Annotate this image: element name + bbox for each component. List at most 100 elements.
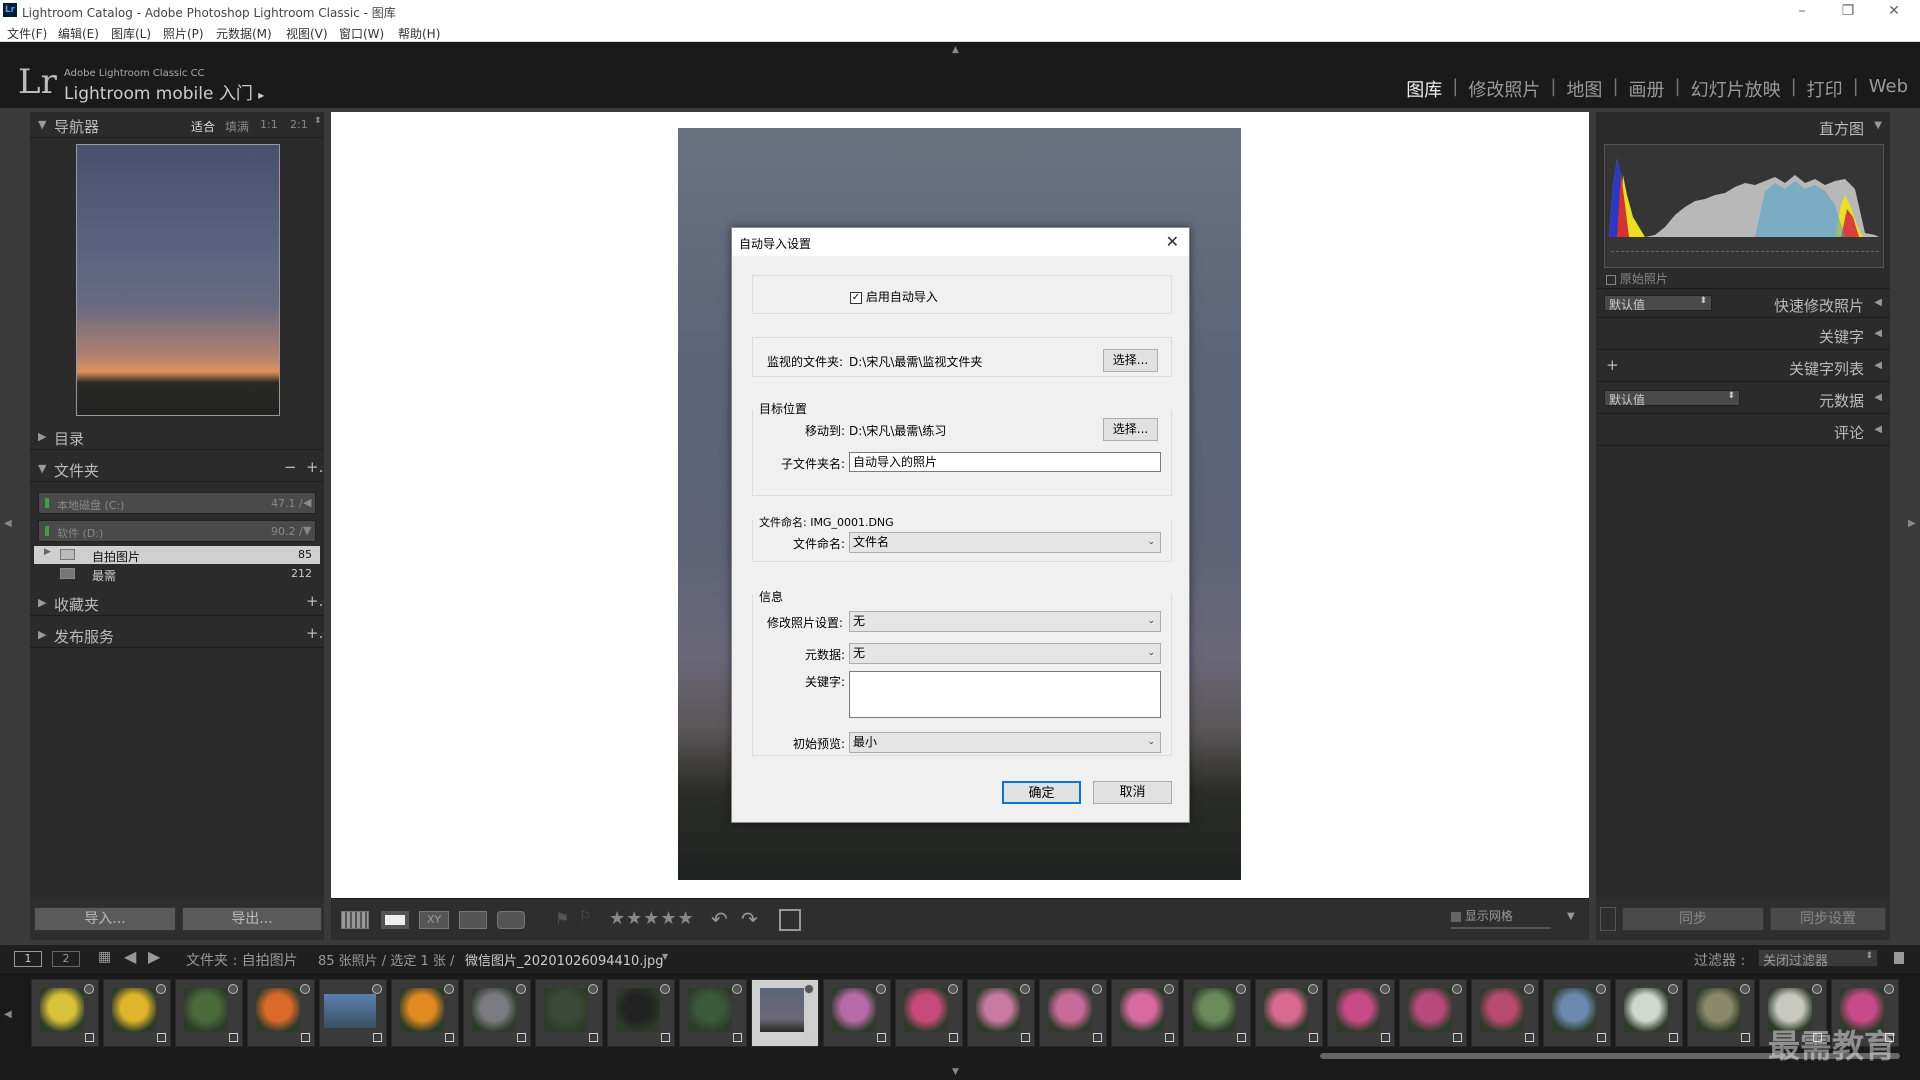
module-book[interactable]: 画册	[1619, 76, 1675, 102]
folder-item[interactable]: 最需 212	[34, 565, 320, 583]
module-develop[interactable]: 修改照片	[1458, 76, 1550, 102]
quick-collection-icon[interactable]	[1380, 984, 1390, 994]
add-keyword-button[interactable]: +	[1606, 356, 1619, 374]
collections-header[interactable]: ▶ 收藏夹 +.	[30, 590, 324, 616]
auto-sync-toggle[interactable]	[1600, 907, 1616, 931]
export-button[interactable]: 导出...	[182, 907, 322, 931]
catalog-header[interactable]: ▶ 目录	[30, 424, 324, 450]
rotate-right-icon[interactable]: ↷	[741, 907, 758, 931]
star-rating[interactable]: ★★★★★	[609, 908, 695, 929]
initial-previews-select[interactable]: 最小 ⌄	[849, 732, 1161, 753]
close-icon[interactable]: ✕	[1166, 232, 1179, 251]
zoom-2-1[interactable]: 2:1	[290, 118, 308, 131]
survey-view-icon[interactable]	[459, 911, 487, 929]
remove-folder-button[interactable]: −	[284, 458, 297, 476]
volume-d[interactable]: 软件 (D:) 90.2 / ▼	[38, 520, 316, 542]
filmstrip-thumbnail[interactable]	[967, 979, 1035, 1047]
quick-collection-icon[interactable]	[1884, 984, 1894, 994]
quick-collection-icon[interactable]	[732, 984, 742, 994]
mobile-link[interactable]: Lightroom mobile 入门 ▸	[64, 79, 264, 104]
volume-c[interactable]: 本地磁盘 (C:) 47.1 / ◀	[38, 492, 316, 514]
filmstrip-thumbnail[interactable]	[1543, 979, 1611, 1047]
filmstrip-thumbnail[interactable]	[463, 979, 531, 1047]
import-button[interactable]: 导入...	[34, 907, 176, 931]
filmstrip-thumbnail[interactable]	[247, 979, 315, 1047]
left-panel-toggle-icon[interactable]: ◀	[4, 518, 12, 529]
filmstrip-source[interactable]: 文件夹 : 自拍图片	[186, 950, 298, 970]
filmstrip-thumbnail[interactable]	[1039, 979, 1107, 1047]
filmstrip-thumbnail[interactable]	[391, 979, 459, 1047]
menu-photo[interactable]: 照片(P)	[163, 25, 204, 42]
collapse-bottom-icon[interactable]: ▼	[952, 1067, 959, 1077]
zoom-1-1[interactable]: 1:1	[260, 118, 278, 131]
module-library[interactable]: 图库	[1396, 76, 1452, 102]
zoom-stepper-icon[interactable]: ⬍	[314, 116, 322, 126]
second-window-button[interactable]: 2	[52, 951, 80, 967]
quick-collection-icon[interactable]	[876, 984, 886, 994]
filename-dropdown-icon[interactable]: ▼	[662, 952, 668, 961]
quick-collection-icon[interactable]	[1524, 984, 1534, 994]
folder-expand-icon[interactable]: ▶	[44, 547, 51, 557]
menu-file[interactable]: 文件(F)	[7, 25, 47, 42]
folder-item[interactable]: ▶ 自拍图片 85	[34, 546, 320, 564]
quick-collection-icon[interactable]	[660, 984, 670, 994]
quick-develop-header[interactable]: 默认值 ⬍ 快速修改照片 ◀	[1596, 288, 1890, 318]
menu-window[interactable]: 窗口(W)	[339, 25, 384, 42]
quick-collection-icon[interactable]	[1236, 984, 1246, 994]
histogram-header[interactable]: 直方图 ▼	[1596, 112, 1890, 142]
toolbar-options-icon[interactable]: ▼	[1567, 911, 1575, 922]
add-collection-button[interactable]: +.	[306, 592, 323, 610]
crop-overlay-icon[interactable]	[779, 909, 801, 931]
main-window-button[interactable]: 1	[14, 951, 42, 967]
loupe-view-icon[interactable]	[381, 911, 409, 929]
filmstrip-thumbnail[interactable]	[175, 979, 243, 1047]
metadata-header[interactable]: 默认值 ⬍ 元数据 ◀	[1596, 384, 1890, 414]
choose-watched-folder-button[interactable]: 选择...	[1103, 349, 1158, 372]
filmstrip-thumbnail[interactable]	[895, 979, 963, 1047]
grid-icon[interactable]: ▦	[98, 949, 111, 965]
restore-button[interactable]: ❐	[1828, 2, 1868, 20]
original-photo-checkbox[interactable]: 原始照片	[1606, 270, 1668, 287]
file-naming-select[interactable]: 文件名 ⌄	[849, 532, 1161, 553]
cancel-button[interactable]: 取消	[1093, 781, 1172, 804]
collapse-top-icon[interactable]: ▲	[952, 45, 959, 55]
show-grid-toggle[interactable]: 显示网格	[1451, 907, 1513, 924]
filmstrip-thumbnail[interactable]	[679, 979, 747, 1047]
filmstrip-thumbnail[interactable]	[751, 979, 819, 1047]
filmstrip-thumbnail[interactable]	[1327, 979, 1395, 1047]
quick-collection-icon[interactable]	[516, 984, 526, 994]
forward-arrow-icon[interactable]: ▶	[148, 947, 160, 966]
quick-collection-icon[interactable]	[1596, 984, 1606, 994]
filmstrip-thumbnail[interactable]	[1399, 979, 1467, 1047]
quick-collection-icon[interactable]	[1452, 984, 1462, 994]
zoom-fill[interactable]: 填满	[225, 118, 249, 135]
quick-collection-icon[interactable]	[948, 984, 958, 994]
filmstrip-scroll-left-icon[interactable]: ◀	[4, 1009, 12, 1020]
comments-header[interactable]: 评论 ◀	[1596, 416, 1890, 446]
close-window-button[interactable]: ✕	[1874, 2, 1914, 20]
quick-collection-icon[interactable]	[1308, 984, 1318, 994]
grid-view-icon[interactable]	[341, 911, 369, 929]
reject-flag-icon[interactable]: ⚐	[579, 909, 592, 925]
filmstrip-thumbnail[interactable]	[1471, 979, 1539, 1047]
quick-collection-icon[interactable]	[804, 984, 814, 994]
publish-services-header[interactable]: ▶ 发布服务 +.	[30, 622, 324, 648]
ok-button[interactable]: 确定	[1002, 781, 1081, 804]
filmstrip-thumbnail[interactable]	[31, 979, 99, 1047]
add-folder-button[interactable]: +.	[306, 458, 323, 476]
keyword-list-header[interactable]: + 关键字列表 ◀	[1596, 352, 1890, 382]
module-web[interactable]: Web	[1859, 76, 1908, 102]
minimize-button[interactable]: –	[1782, 2, 1822, 20]
folders-header[interactable]: ▼ 文件夹 − +.	[30, 456, 324, 482]
navigator-preview[interactable]	[76, 144, 280, 416]
right-panel-toggle-icon[interactable]: ▶	[1908, 518, 1916, 529]
filmstrip-thumbnail[interactable]	[103, 979, 171, 1047]
sync-button[interactable]: 同步	[1622, 907, 1764, 931]
module-slideshow[interactable]: 幻灯片放映	[1681, 76, 1791, 102]
rotate-left-icon[interactable]: ↶	[711, 907, 728, 931]
metadata-preset-select[interactable]: 默认值 ⬍	[1604, 390, 1740, 407]
selected-filename[interactable]: 微信图片_20201026094410.jpg	[465, 950, 664, 969]
filmstrip-thumbnail[interactable]	[1687, 979, 1755, 1047]
back-arrow-icon[interactable]: ◀	[124, 947, 136, 966]
module-map[interactable]: 地图	[1556, 76, 1612, 102]
